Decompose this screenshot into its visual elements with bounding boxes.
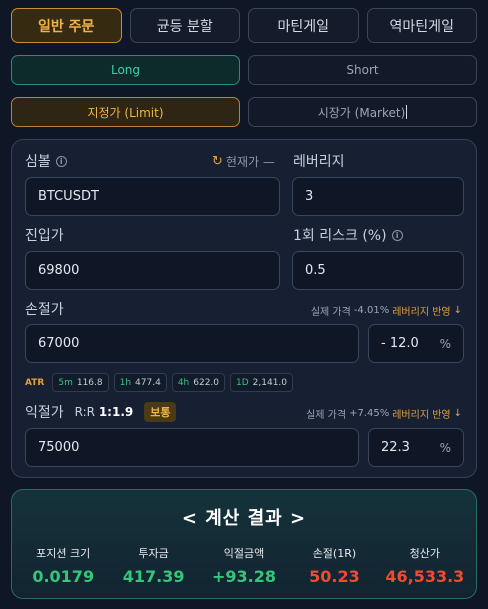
info-icon[interactable]: i (55, 155, 67, 167)
atr-chip-4h[interactable]: 4h 622.0 (171, 373, 226, 392)
long-button[interactable]: Long (11, 55, 240, 85)
risk-input[interactable]: 0.5 (292, 251, 464, 290)
stat-investment: 투자금 417.39 (108, 545, 198, 586)
stat-value: +93.28 (212, 567, 277, 586)
entry-label: 진입가 (25, 228, 64, 244)
stat-label: 손절(1R) (312, 547, 357, 560)
limit-button[interactable]: 지정가 (Limit) (11, 97, 240, 127)
side-toggle: Long Short (11, 55, 477, 85)
atr-value: 116.8 (76, 377, 103, 388)
stop-real-price-hint: 실제 가격 -4.01% 레버리지 반영 ↓ (311, 303, 462, 318)
real-price-label: 실제 가격 (310, 307, 351, 318)
stat-label: 포지션 크기 (36, 547, 91, 560)
percent-unit: % (439, 440, 451, 455)
real-price-pct: -4.01% (353, 305, 390, 316)
rr-value: 1:1.9 (98, 405, 134, 419)
tab-equal-split[interactable]: 균등 분할 (129, 8, 240, 43)
tab-normal-order[interactable]: 일반 주문 (11, 8, 122, 43)
atr-row: ATR 5m 116.8 1h 477.4 4h 622.0 1D 2,141.0 (25, 373, 294, 392)
take-profit-input[interactable]: 75000 (25, 428, 359, 467)
market-label: 시장가 (Market) (317, 105, 406, 120)
calculation-result-panel: < 계산 결과 > 포지션 크기 0.0179 투자금 417.39 익절금액 … (11, 489, 477, 599)
stop-loss-label: 손절가 (25, 302, 64, 318)
stop-loss-pct-input[interactable]: - 12.0 % (368, 324, 464, 363)
tp-real-price-hint: 실제 가격 +7.45% 레버리지 반영 ↓ (306, 406, 462, 421)
atr-chip-1d[interactable]: 1D 2,141.0 (230, 373, 294, 392)
atr-timeframe: 1D (236, 377, 249, 388)
short-button[interactable]: Short (248, 55, 477, 85)
real-price-pct: +7.45% (349, 408, 390, 419)
leverage-input[interactable]: 3 (292, 177, 464, 216)
percent-unit: % (439, 336, 451, 351)
stat-liquidation-price: 청산가 46,533.3 (380, 545, 470, 586)
stat-value: 0.0179 (32, 567, 95, 586)
stat-position-size: 포지션 크기 0.0179 (18, 545, 108, 586)
take-profit-label-row: 익절가 R:R 1:1.9 보통 (25, 402, 177, 422)
atr-chip-5m[interactable]: 5m 116.8 (52, 373, 109, 392)
take-profit-label: 익절가 (25, 405, 64, 421)
atr-value: 2,141.0 (252, 377, 288, 388)
stat-value: 50.23 (309, 567, 360, 586)
stat-label: 투자금 (138, 547, 169, 560)
rr-ratio: R:R 1:1.9 (75, 405, 134, 419)
rr-label: R:R (74, 405, 95, 419)
arrow-down-icon: ↓ (453, 408, 462, 419)
symbol-label: 심볼 (25, 154, 51, 170)
atr-timeframe: 5m (58, 377, 73, 388)
atr-timeframe: 1h (119, 377, 132, 388)
leverage-note: 레버리지 반영 (392, 307, 451, 318)
rr-grade-badge: 보통 (144, 402, 177, 422)
tab-martingale[interactable]: 마틴게일 (248, 8, 359, 43)
atr-chip-1h[interactable]: 1h 477.4 (113, 373, 167, 392)
stat-label: 청산가 (409, 547, 441, 560)
risk-label-row: 1회 리스크 (%) i (293, 225, 403, 245)
symbol-input[interactable]: BTCUSDT (25, 177, 280, 216)
stat-label: 익절금액 (223, 547, 265, 560)
leverage-note: 레버리지 반영 (392, 410, 451, 421)
current-price-label: 현재가 — (225, 155, 275, 169)
stat-value: 46,533.3 (385, 567, 465, 586)
stop-loss-input[interactable]: 67000 (25, 324, 359, 363)
arrow-down-icon: ↓ (453, 305, 462, 316)
atr-value: 477.4 (135, 377, 161, 388)
real-price-label: 실제 가격 (306, 410, 347, 421)
stat-take-profit-amount: 익절금액 +93.28 (199, 545, 289, 586)
take-profit-pct-value: 22.3 (381, 440, 410, 455)
order-form-panel: 심볼 i ↻ 현재가 — 레버리지 BTCUSDT 3 진입가 1회 리스크 (… (11, 139, 477, 478)
strategy-tabs: 일반 주문 균등 분할 마틴게일 역마틴게일 (11, 8, 477, 43)
text-cursor (406, 105, 408, 119)
stat-value: 417.39 (122, 567, 185, 586)
atr-value: 622.0 (193, 377, 220, 388)
symbol-label-row: 심볼 i (25, 151, 67, 171)
atr-timeframe: 4h (177, 377, 190, 388)
current-price-refresh[interactable]: ↻ 현재가 — (212, 153, 275, 170)
entry-price-input[interactable]: 69800 (25, 251, 280, 290)
market-button[interactable]: 시장가 (Market) (248, 97, 477, 127)
result-title[interactable]: < 계산 결과 > (12, 504, 476, 530)
result-stats: 포지션 크기 0.0179 투자금 417.39 익절금액 +93.28 손절(… (18, 545, 470, 586)
tab-anti-martingale[interactable]: 역마틴게일 (366, 8, 477, 43)
order-type-toggle: 지정가 (Limit) 시장가 (Market) (11, 97, 477, 127)
stat-stop-loss-1r: 손절(1R) 50.23 (289, 545, 379, 586)
atr-label: ATR (25, 377, 45, 388)
refresh-icon: ↻ (212, 154, 223, 169)
stop-loss-pct-value: - 12.0 (381, 336, 419, 351)
info-icon[interactable]: i (391, 229, 403, 241)
leverage-label: 레버리지 (293, 154, 345, 170)
risk-label: 1회 리스크 (%) (293, 228, 387, 244)
take-profit-pct-input[interactable]: 22.3 % (368, 428, 464, 467)
